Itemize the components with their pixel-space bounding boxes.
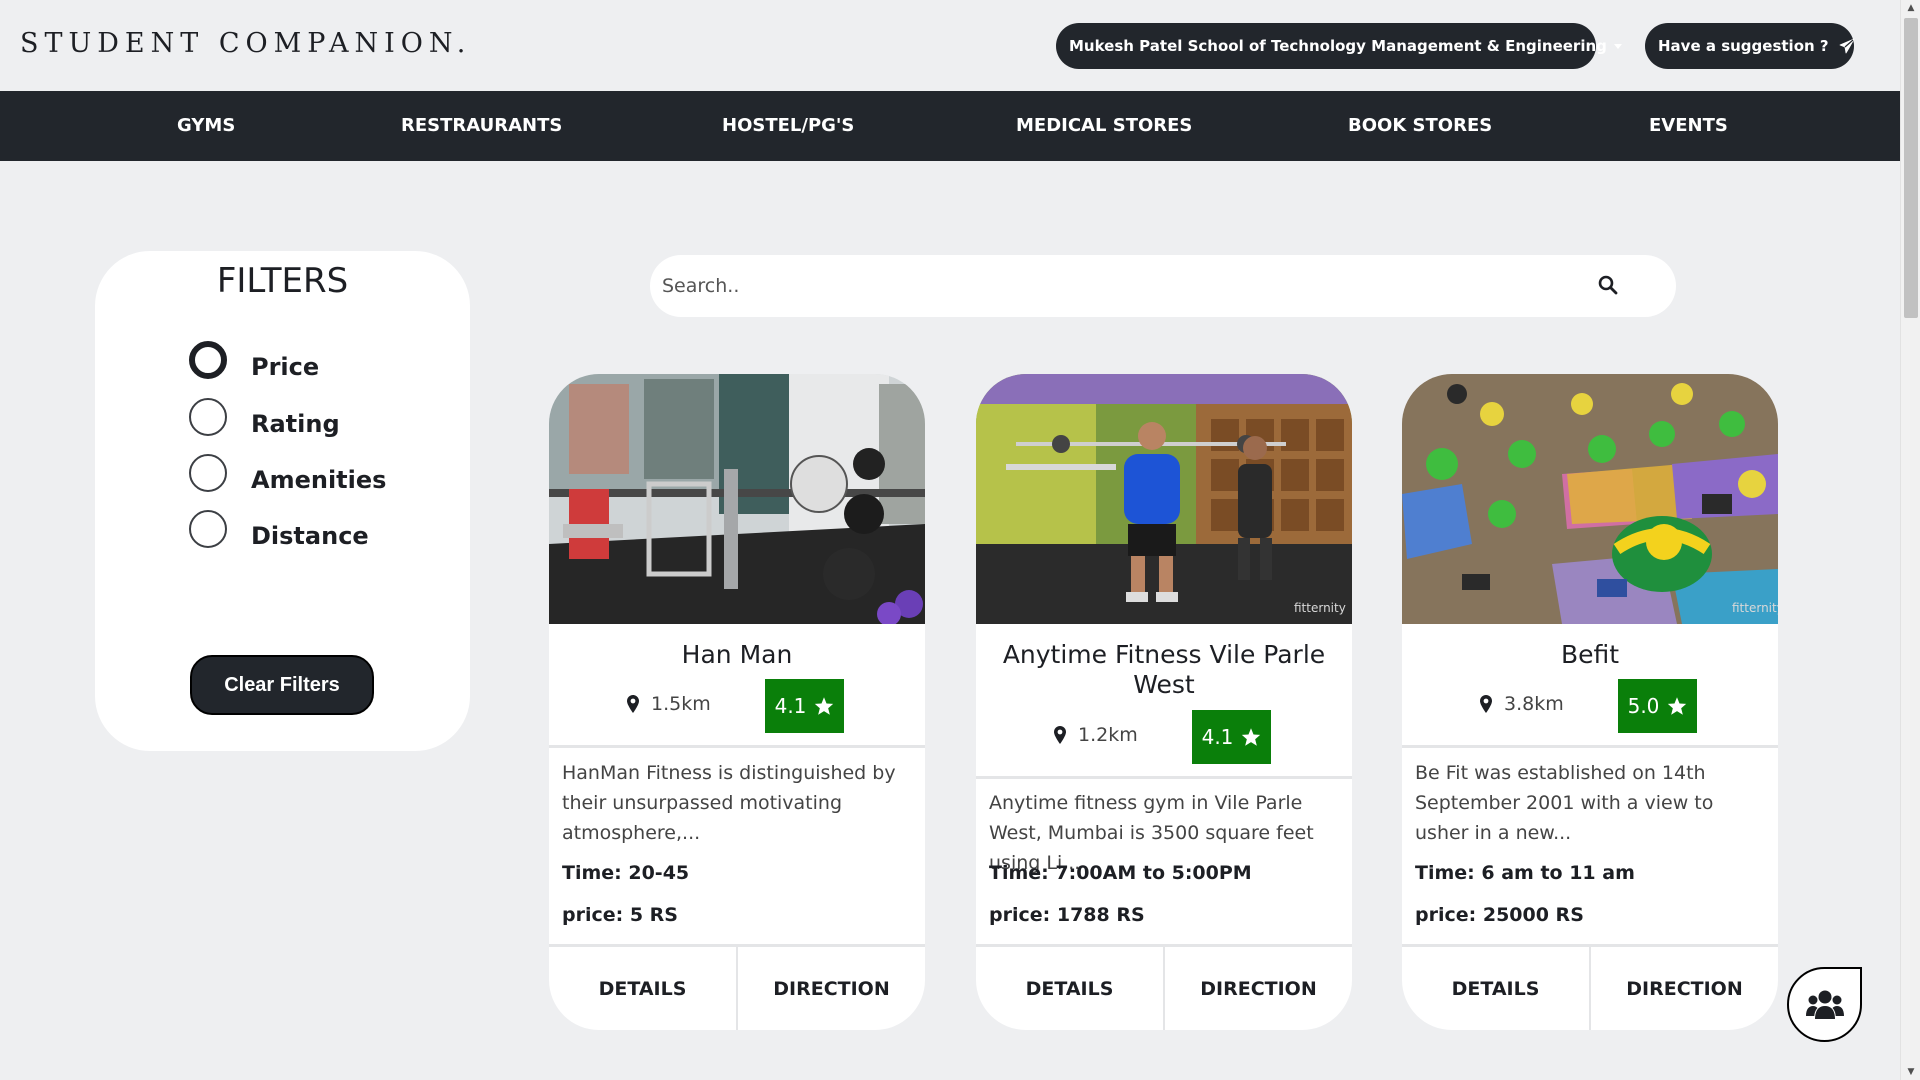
suggestion-button[interactable]: Have a suggestion ?	[1645, 23, 1855, 69]
details-button[interactable]: DETAILS	[549, 947, 738, 1030]
clear-filters-button[interactable]: Clear Filters	[190, 655, 374, 715]
card-title: Befit	[1560, 640, 1620, 669]
filter-label-rating: Rating	[251, 410, 340, 438]
card-distance: 1.2km	[1054, 724, 1138, 746]
card-price: price: 5 RS	[562, 904, 678, 926]
map-marker-icon	[1480, 695, 1492, 713]
card-distance-value: 1.2km	[1078, 724, 1138, 746]
details-button[interactable]: DETAILS	[1402, 947, 1591, 1030]
photo-watermark: fitternity	[1732, 601, 1778, 615]
card-time: Time: 6 am to 11 am	[1415, 862, 1635, 884]
star-icon	[815, 697, 834, 715]
nav-item-medical-stores[interactable]: MEDICAL STORES	[1016, 91, 1192, 161]
filter-label-price: Price	[251, 353, 320, 381]
filter-option-distance[interactable]: Distance	[189, 508, 369, 550]
search-icon[interactable]	[1598, 275, 1618, 299]
school-dropdown[interactable]: Mukesh Patel School of Technology Manage…	[1056, 23, 1622, 69]
listing-card-anytime-fitness: fitternity Anytime Fitness Vile Parle We…	[976, 374, 1352, 1030]
card-price: price: 1788 RS	[989, 904, 1145, 926]
listing-card-hanman: Han Man 1.5km 4.1 HanMan Fitness is dist…	[549, 374, 925, 1030]
filters-title: FILTERS	[216, 261, 349, 301]
card-divider	[976, 776, 1352, 779]
rating-value: 4.1	[774, 694, 807, 718]
filter-option-price[interactable]: Price	[189, 339, 319, 381]
school-dropdown-label: Mukesh Patel School of Technology Manage…	[1069, 37, 1607, 55]
rating-value: 5.0	[1627, 694, 1660, 718]
scroll-down-icon[interactable]: ▼	[1901, 1064, 1920, 1080]
filter-label-distance: Distance	[251, 522, 369, 550]
rating-badge: 4.1	[765, 679, 844, 733]
filter-label-amenities: Amenities	[251, 466, 387, 494]
card-distance: 3.8km	[1480, 693, 1564, 715]
users-group-icon	[1805, 990, 1844, 1019]
search-input[interactable]	[662, 255, 1582, 317]
filter-radio-distance[interactable]	[189, 510, 227, 548]
community-button[interactable]	[1787, 967, 1862, 1042]
card-time: Time: 20-45	[562, 862, 690, 884]
gym-photo-befit: fitternity	[1402, 374, 1778, 624]
card-distance-value: 3.8km	[1504, 693, 1564, 715]
direction-button[interactable]: DIRECTION	[738, 947, 925, 1030]
card-distance: 1.5km	[627, 693, 711, 715]
page-scrollbar[interactable]: ▲ ▼	[1900, 0, 1920, 1080]
filter-option-rating[interactable]: Rating	[189, 396, 340, 438]
details-button[interactable]: DETAILS	[976, 947, 1165, 1030]
filters-panel: FILTERS Price Rating Amenities Distance …	[95, 251, 470, 751]
direction-button[interactable]: DIRECTION	[1165, 947, 1352, 1030]
card-title: Anytime Fitness Vile Parle West	[1002, 640, 1326, 699]
direction-button[interactable]: DIRECTION	[1591, 947, 1778, 1030]
card-description: HanMan Fitness is distinguished by their…	[562, 762, 896, 844]
rating-badge: 5.0	[1618, 679, 1697, 733]
scrollbar-thumb[interactable]	[1904, 18, 1918, 318]
card-divider	[549, 745, 925, 748]
card-price: price: 25000 RS	[1415, 904, 1584, 926]
card-description: Be Fit was established on 14th September…	[1415, 762, 1714, 844]
filter-radio-amenities[interactable]	[189, 454, 227, 492]
paper-plane-icon	[1839, 38, 1855, 54]
gym-photo-anytime-fitness: fitternity	[976, 374, 1352, 624]
nav-item-restaurants[interactable]: RESTRAURANTS	[401, 91, 562, 161]
filter-radio-price[interactable]	[189, 341, 227, 379]
brand-logo[interactable]: STUDENT COMPANION.	[20, 28, 471, 59]
listing-card-befit: fitternity Befit 3.8km 5.0 Be Fit was es…	[1402, 374, 1778, 1030]
rating-value: 4.1	[1201, 725, 1234, 749]
star-icon	[1668, 697, 1687, 715]
filter-radio-rating[interactable]	[189, 398, 227, 436]
card-divider	[1402, 745, 1778, 748]
rating-badge: 4.1	[1192, 710, 1271, 764]
star-icon	[1242, 728, 1261, 746]
nav-item-hostels[interactable]: HOSTEL/PG'S	[722, 91, 854, 161]
nav-item-gyms[interactable]: GYMS	[177, 91, 235, 161]
filter-option-amenities[interactable]: Amenities	[189, 452, 386, 494]
nav-item-events[interactable]: EVENTS	[1649, 91, 1728, 161]
card-distance-value: 1.5km	[651, 693, 711, 715]
nav-item-book-stores[interactable]: BOOK STORES	[1348, 91, 1492, 161]
map-marker-icon	[627, 695, 639, 713]
category-navbar: GYMS RESTRAURANTS HOSTEL/PG'S MEDICAL ST…	[0, 91, 1900, 161]
search-bar	[650, 255, 1676, 317]
card-title: Han Man	[681, 640, 793, 669]
suggestion-button-label: Have a suggestion ?	[1658, 37, 1829, 55]
map-marker-icon	[1054, 726, 1066, 744]
card-time: Time: 7:00AM to 5:00PM	[989, 862, 1252, 884]
gym-photo-hanman	[549, 374, 925, 624]
caret-down-icon	[1613, 43, 1622, 49]
scroll-up-icon[interactable]: ▲	[1901, 0, 1920, 16]
photo-watermark: fitternity	[1294, 601, 1346, 615]
